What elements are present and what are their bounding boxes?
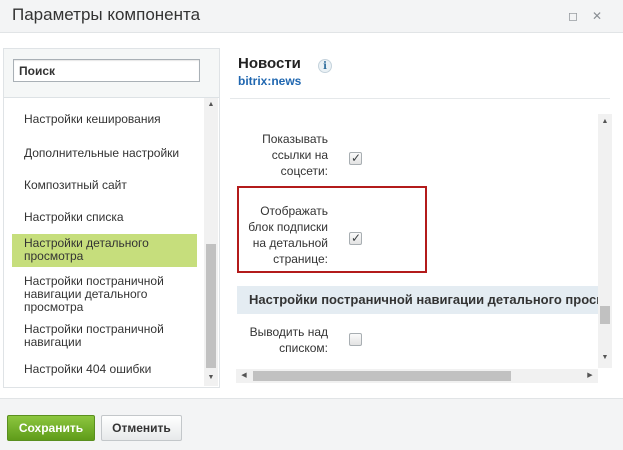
search-input[interactable] — [13, 59, 200, 82]
info-icon[interactable]: i — [318, 59, 332, 73]
sidebar-item-404[interactable]: Настройки 404 ошибки — [12, 363, 197, 376]
scroll-up-icon[interactable]: ▲ — [598, 117, 612, 127]
check-icon: ✓ — [351, 151, 362, 165]
scroll-down-icon[interactable]: ▼ — [204, 373, 218, 383]
settings-hscrollbar[interactable]: ◀ ▶ — [236, 369, 598, 383]
sidebar-scrollbar[interactable]: ▲ ▼ — [204, 98, 218, 386]
dialog-footer: Сохранить Отменить — [0, 398, 623, 450]
save-button[interactable]: Сохранить — [7, 415, 95, 441]
section-header: Настройки постраничной навигации детальн… — [237, 286, 598, 314]
component-code: bitrix:news — [238, 74, 302, 88]
sidebar-item-detail-pagination[interactable]: Настройки постраничной навигации детальн… — [12, 275, 197, 314]
settings-hscrollbar-thumb[interactable] — [253, 371, 511, 381]
sidebar-item-composite[interactable]: Композитный сайт — [12, 179, 197, 192]
social-links-label: Показывать ссылки на соцсети: — [262, 132, 328, 178]
sidebar-item-additional[interactable]: Дополнительные настройки — [12, 147, 197, 160]
settings-panel: Показывать ссылки на соцсети: ✓ Отобража… — [236, 114, 598, 368]
settings-scrollbar[interactable]: ▲ ▼ — [598, 114, 612, 368]
search-area — [4, 49, 219, 98]
sidebar: Настройки кеширования Дополнительные нас… — [3, 48, 220, 388]
sidebar-item-list[interactable]: Настройки списка — [12, 211, 197, 224]
check-icon: ✓ — [351, 231, 362, 245]
sidebar-nav: Настройки кеширования Дополнительные нас… — [4, 98, 204, 387]
above-list-label: Выводить над списком: — [249, 325, 328, 355]
cancel-button[interactable]: Отменить — [101, 415, 182, 441]
header-divider — [230, 98, 610, 99]
sidebar-scrollbar-thumb[interactable] — [206, 244, 216, 368]
subscribe-block-label: Отображать блок подписки на детальной ст… — [248, 204, 328, 266]
subscribe-block-checkbox[interactable]: ✓ — [349, 231, 362, 245]
close-icon[interactable]: ✕ — [590, 9, 604, 23]
sidebar-item-detail[interactable]: Настройки детального просмотра — [12, 234, 197, 267]
social-links-checkbox[interactable]: ✓ — [349, 151, 362, 165]
above-list-checkbox[interactable] — [349, 333, 362, 346]
dialog-title: Параметры компонента — [12, 5, 201, 24]
dialog-titlebar: Параметры компонента ◻ ✕ — [0, 0, 623, 33]
sidebar-item-pagination[interactable]: Настройки постраничной навигации — [12, 323, 197, 349]
component-name: Новости — [238, 55, 301, 72]
sidebar-item-caching[interactable]: Настройки кеширования — [12, 113, 197, 126]
scroll-left-icon[interactable]: ◀ — [238, 369, 250, 383]
scroll-up-icon[interactable]: ▲ — [204, 100, 218, 110]
scroll-down-icon[interactable]: ▼ — [598, 353, 612, 363]
settings-scrollbar-thumb[interactable] — [600, 306, 610, 324]
maximize-icon[interactable]: ◻ — [566, 9, 580, 23]
scroll-right-icon[interactable]: ▶ — [584, 369, 596, 383]
